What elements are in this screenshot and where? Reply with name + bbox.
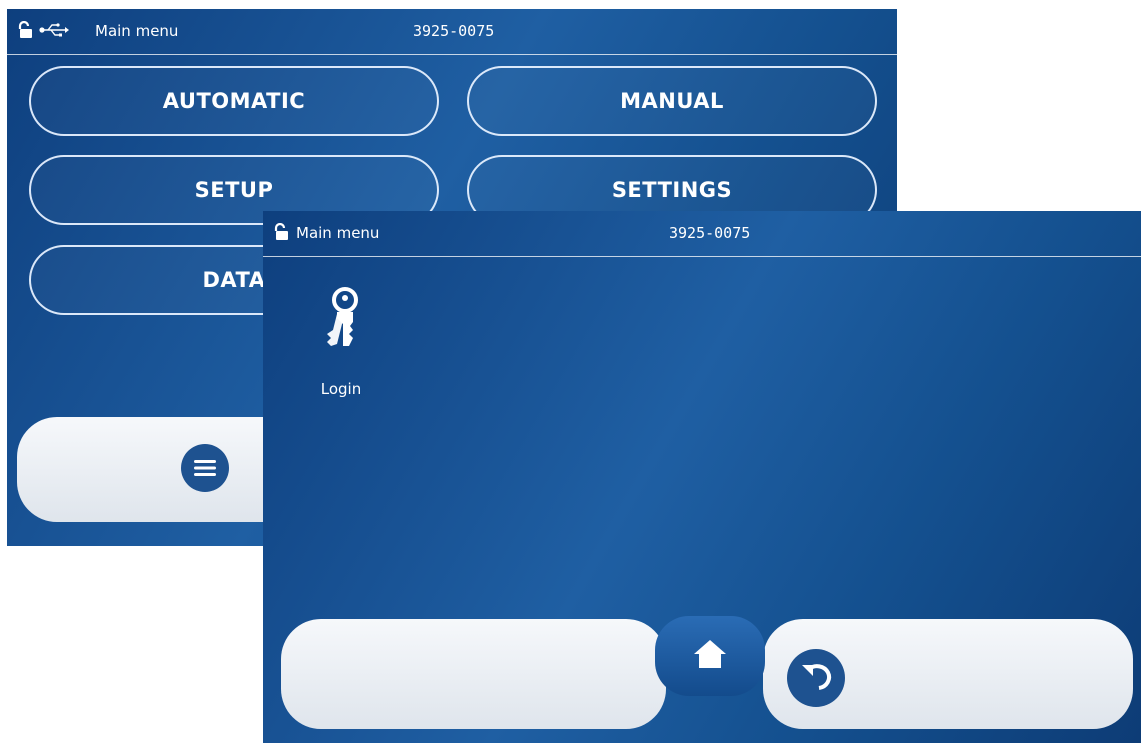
status-bar: Main menu 3925-0075 — [7, 9, 897, 55]
automatic-button[interactable]: AUTOMATIC — [29, 66, 439, 136]
serial-number: 3925-0075 — [413, 22, 495, 40]
screen-title: Main menu — [95, 22, 179, 40]
hamburger-menu-icon[interactable] — [181, 444, 229, 492]
back-button[interactable] — [787, 649, 845, 707]
home-button[interactable] — [655, 616, 765, 696]
unlocked-padlock-icon — [273, 222, 289, 245]
unlocked-padlock-icon — [17, 20, 33, 43]
bottom-bar-left — [281, 619, 666, 729]
status-bar: Main menu 3925-0075 — [263, 211, 1141, 257]
main-menu-screen-front: Main menu 3925-0075 Login — [263, 211, 1141, 743]
undo-arrow-icon — [799, 661, 833, 695]
screen-title: Main menu — [296, 224, 380, 242]
home-icon — [692, 638, 728, 674]
manual-button[interactable]: MANUAL — [467, 66, 877, 136]
login-tile[interactable]: Login — [301, 286, 381, 401]
serial-number: 3925-0075 — [669, 224, 751, 242]
keys-icon — [313, 286, 369, 362]
login-label: Login — [320, 380, 362, 398]
usb-icon — [39, 23, 69, 41]
